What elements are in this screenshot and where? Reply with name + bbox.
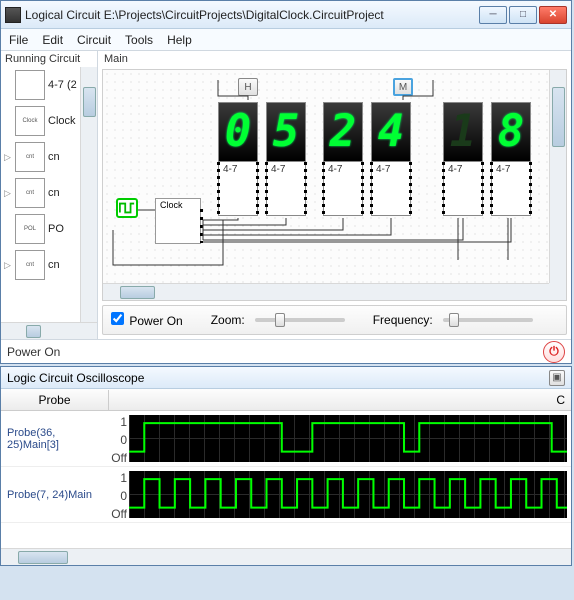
scope-0 (129, 415, 567, 462)
y-axis: 1 0 Off (109, 411, 129, 466)
sidebar-item[interactable]: POLPO (1, 211, 80, 247)
canvas-hscroll[interactable] (103, 283, 549, 300)
chip-h[interactable]: H (238, 78, 258, 96)
osc-row: Probe(7, 24)Main 1 0 Off (1, 467, 571, 523)
sidebar: Running Circuit 4-7 (2 ClockClock ▷cntcn… (1, 51, 98, 339)
osc-titlebar[interactable]: Logic Circuit Oscilloscope ▣ (1, 367, 571, 389)
window-title: Logical Circuit E:\Projects\CircuitProje… (25, 8, 479, 22)
osc-col-probe[interactable]: Probe (1, 390, 109, 410)
power-button[interactable]: ⏻ (543, 341, 565, 363)
maximize-button[interactable]: □ (509, 6, 537, 24)
sidebar-hscroll[interactable] (1, 322, 97, 339)
statusbar: Power On ⏻ (1, 339, 571, 363)
osc-close-button[interactable]: ▣ (549, 370, 565, 386)
menu-file[interactable]: File (9, 33, 28, 47)
display-3[interactable]: 44-7 (371, 102, 411, 216)
sidebar-item[interactable]: ▷cntcn (1, 247, 80, 283)
probe-label[interactable]: Probe(36, 25)Main[3] (1, 411, 109, 466)
frequency-label: Frequency: (373, 313, 433, 327)
frequency-slider[interactable] (443, 318, 533, 322)
sidebar-items: 4-7 (2 ClockClock ▷cntcn ▷cntcn POLPO ▷c… (1, 67, 80, 322)
osc-col-right[interactable]: C (109, 390, 571, 410)
sidebar-item[interactable]: ClockClock (1, 103, 80, 139)
display-1[interactable]: 54-7 (266, 102, 306, 216)
titlebar[interactable]: Logical Circuit E:\Projects\CircuitProje… (1, 1, 571, 29)
osc-hscroll[interactable] (1, 548, 571, 565)
y-axis: 1 0 Off (109, 467, 129, 522)
display-2[interactable]: 24-7 (323, 102, 363, 216)
chip-m[interactable]: M (393, 78, 413, 96)
menubar: File Edit Circuit Tools Help (1, 29, 571, 51)
menu-tools[interactable]: Tools (125, 33, 153, 47)
zoom-label: Zoom: (211, 313, 245, 327)
osc-row: Probe(36, 25)Main[3] 1 0 Off (1, 411, 571, 467)
pulse-button[interactable] (116, 198, 138, 218)
app-icon (5, 7, 21, 23)
display-0[interactable]: 04-7 (218, 102, 258, 216)
zoom-slider[interactable] (255, 318, 345, 322)
sidebar-title: Running Circuit (1, 51, 97, 67)
menu-circuit[interactable]: Circuit (77, 33, 111, 47)
status-text: Power On (7, 345, 60, 359)
sidebar-item[interactable]: ▷cntcn (1, 139, 80, 175)
display-4[interactable]: 14-7 (443, 102, 483, 216)
sidebar-item[interactable]: ▷cntcn (1, 175, 80, 211)
sidebar-item[interactable]: 4-7 (2 (1, 67, 80, 103)
probe-label[interactable]: Probe(7, 24)Main (1, 467, 109, 522)
controls-bar: Power On Zoom: Frequency: (102, 305, 567, 335)
scope-1 (129, 471, 567, 518)
menu-help[interactable]: Help (167, 33, 192, 47)
canvas-vscroll[interactable] (549, 70, 566, 283)
power-on-checkbox[interactable]: Power On (111, 312, 183, 328)
display-5[interactable]: 84-7 (491, 102, 531, 216)
sidebar-vscroll[interactable] (80, 67, 97, 322)
circuit-canvas[interactable]: H M 04-7 54-7 24-7 44-7 (103, 70, 549, 283)
osc-header: Probe C (1, 389, 571, 411)
minimize-button[interactable]: ─ (479, 6, 507, 24)
osc-title: Logic Circuit Oscilloscope (7, 371, 144, 385)
menu-edit[interactable]: Edit (42, 33, 63, 47)
main-title: Main (98, 51, 571, 67)
main-panel: Main H M 04-7 54-7 24-7 (98, 51, 571, 339)
clock-module[interactable]: Clock (155, 198, 201, 244)
close-button[interactable]: ✕ (539, 6, 567, 24)
